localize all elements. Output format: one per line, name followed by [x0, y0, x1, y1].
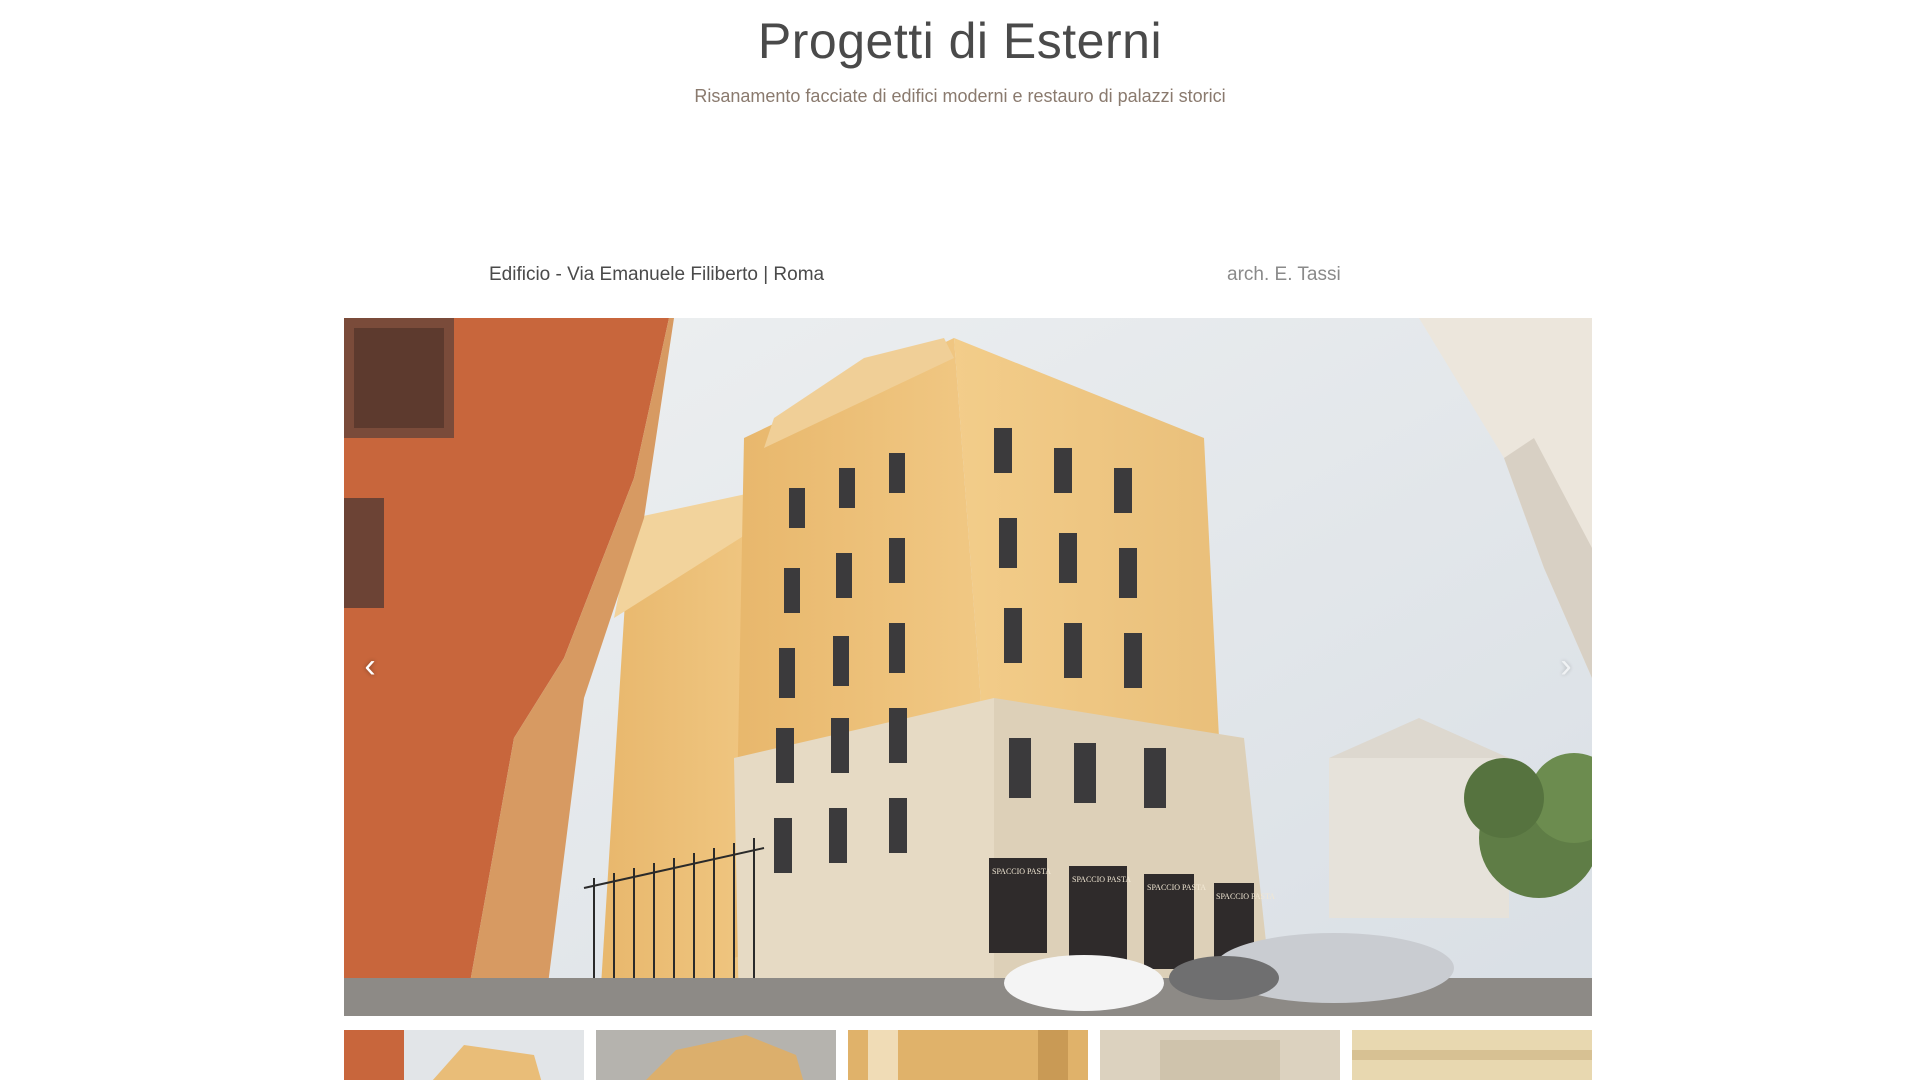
shop-sign: SPACCIO PASTA: [1147, 883, 1206, 892]
shop-sign: SPACCIO PASTA: [992, 867, 1051, 876]
thumbnail-3[interactable]: [848, 1030, 1088, 1080]
thumbnail-5[interactable]: [1352, 1030, 1592, 1080]
site-title: Progetti di Esterni: [757, 13, 1163, 69]
project-architect: arch. E. Tassi: [1227, 264, 1341, 285]
shop-sign: SPACCIO PASTA: [1072, 875, 1131, 884]
main-photo: SPACCIO PASTA SPACCIO PASTA SPACCIO PAST…: [344, 318, 1592, 1016]
project-title: Edificio - Via Emanuele Filiberto | Roma: [489, 264, 825, 285]
thumbnail-2[interactable]: [596, 1030, 836, 1080]
thumbnail-strip: [344, 1030, 1592, 1080]
thumbnail-4[interactable]: [1100, 1030, 1340, 1080]
image-slider[interactable]: SPACCIO PASTA SPACCIO PASTA SPACCIO PAST…: [344, 318, 1592, 1016]
site-subtitle: Risanamento facciate di edifici moderni …: [694, 86, 1226, 106]
slider-next-arrow[interactable]: ›: [1548, 644, 1584, 688]
thumbnail-1[interactable]: [344, 1030, 584, 1080]
slider-prev-arrow[interactable]: ‹: [352, 644, 388, 688]
shop-sign: SPACCIO PASTA: [1216, 892, 1275, 901]
